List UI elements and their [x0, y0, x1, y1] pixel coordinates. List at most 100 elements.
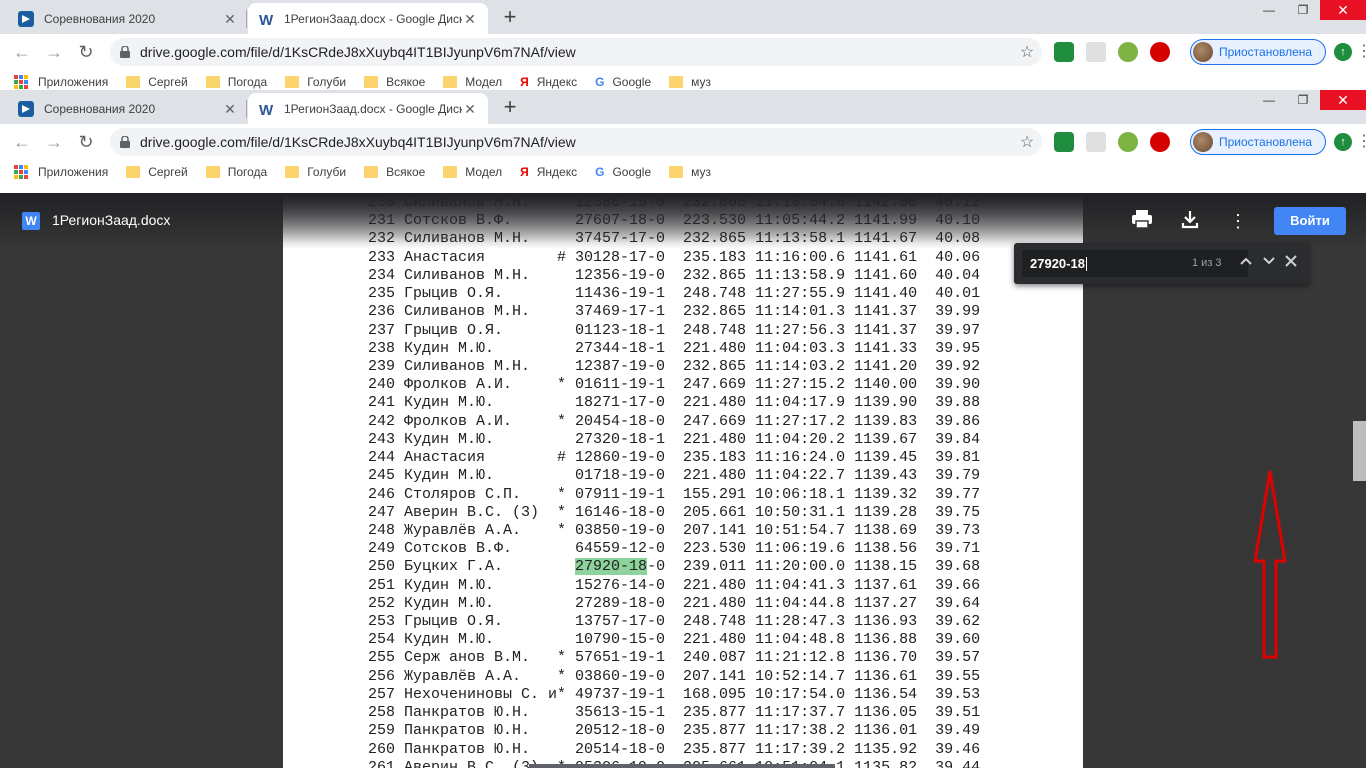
- bookmark-folder[interactable]: Погода: [205, 75, 268, 89]
- update-arrow-icon[interactable]: ↑: [1334, 133, 1352, 151]
- table-row: 237 Грыцив О.Я. 01123-18-1 248.748 11:27…: [368, 321, 981, 339]
- bookmark-star-icon[interactable]: ☆: [1012, 132, 1042, 152]
- bookmark-folder[interactable]: Сергей: [126, 165, 188, 179]
- tab-close-icon[interactable]: ✕: [462, 101, 478, 117]
- table-row: 248 Журавлёв А.А. * 03850-19-0 207.141 1…: [368, 521, 981, 539]
- download-icon[interactable]: [1178, 209, 1202, 233]
- pocket-extension-icon[interactable]: [1086, 42, 1106, 62]
- bookmark-label: Сергей: [148, 165, 188, 179]
- bookmark-label: Всякое: [386, 165, 426, 179]
- bookmark-folder[interactable]: Модел: [443, 75, 502, 89]
- avatar: [1193, 42, 1213, 62]
- tab-drive-doc[interactable]: W 1РегионЗаад.docx - Google Диск ✕: [248, 93, 488, 124]
- folder-icon: [205, 76, 220, 88]
- reload-icon[interactable]: ↻: [74, 40, 98, 64]
- bookmark-folder[interactable]: Модел: [443, 165, 502, 179]
- bookmark-apps[interactable]: Приложения: [14, 165, 108, 179]
- tab-title: 1РегионЗаад.docx - Google Диск: [284, 11, 462, 26]
- restore-icon[interactable]: ❐: [1286, 90, 1320, 110]
- bookmark-folder[interactable]: Голуби: [285, 165, 346, 179]
- red-annotation-arrow-icon: [1253, 470, 1287, 659]
- bookmark-label: Яндекс: [536, 75, 578, 89]
- table-row: 234 Силиванов М.Н. 12356-19-0 232.865 11…: [368, 266, 981, 284]
- forward-arrow-icon[interactable]: →: [42, 130, 66, 154]
- more-options-icon[interactable]: ⋮: [1226, 209, 1250, 233]
- new-tab-icon[interactable]: +: [498, 6, 522, 30]
- avatar: [1193, 132, 1213, 152]
- bookmark-folder[interactable]: Голуби: [285, 75, 346, 89]
- print-icon[interactable]: [1130, 209, 1154, 233]
- shield-extension-icon[interactable]: [1054, 42, 1074, 62]
- svg-text:W: W: [259, 12, 274, 27]
- tab-competitions[interactable]: Соревнования 2020 ✕: [8, 93, 248, 124]
- restore-icon[interactable]: ❐: [1286, 0, 1320, 20]
- leaf-extension-icon[interactable]: [1118, 42, 1138, 62]
- bookmark-label: Всякое: [386, 75, 426, 89]
- tab-competitions[interactable]: Соревнования 2020 ✕: [8, 3, 248, 34]
- folder-icon: [669, 166, 684, 178]
- bookmark-folder[interactable]: муз: [669, 165, 711, 179]
- bookmark-label: Голуби: [307, 165, 347, 179]
- url-text: drive.google.com/file/d/1KsCRdeJ8xXuybq4…: [140, 134, 576, 150]
- browser-chrome-duplicate: Соревнования 2020 ✕ W 1РегионЗаад.docx -…: [0, 90, 1366, 184]
- forward-arrow-icon[interactable]: →: [42, 40, 66, 64]
- new-tab-icon[interactable]: +: [498, 96, 522, 120]
- window-close-icon[interactable]: ✕: [1320, 0, 1366, 20]
- reload-icon[interactable]: ↻: [74, 130, 98, 154]
- word-doc-favicon-icon: W: [258, 11, 274, 27]
- bookmark-yandex[interactable]: Я Яндекс: [520, 165, 577, 179]
- chrome-menu-icon[interactable]: ⋮: [1356, 132, 1366, 152]
- profile-button[interactable]: Приостановлена: [1190, 39, 1326, 65]
- bookmark-yandex[interactable]: Я Яндекс: [520, 75, 577, 89]
- bookmark-label: муз: [691, 75, 712, 89]
- table-row: 257 Нехочениновы С. и* 49737-19-1 168.09…: [368, 685, 981, 703]
- tab-drive-doc[interactable]: W 1РегионЗаад.docx - Google Диск ✕: [248, 3, 488, 34]
- bookmark-label: Погода: [227, 75, 268, 89]
- scrollbar-thumb[interactable]: [1353, 421, 1366, 481]
- adblock-extension-icon[interactable]: [1150, 132, 1170, 152]
- address-bar[interactable]: drive.google.com/file/d/1KsCRdeJ8xXuybq4…: [110, 38, 1042, 66]
- svg-text:W: W: [259, 102, 274, 117]
- page-navigator[interactable]: [529, 764, 835, 768]
- find-previous-icon[interactable]: [1236, 253, 1256, 273]
- table-row: 245 Кудин М.Ю. 01718-19-0 221.480 11:04:…: [368, 467, 981, 485]
- folder-icon: [285, 76, 300, 88]
- adblock-extension-icon[interactable]: [1150, 42, 1170, 62]
- minimize-icon[interactable]: —: [1252, 0, 1286, 20]
- folder-icon: [364, 76, 379, 88]
- back-arrow-icon[interactable]: ←: [10, 130, 34, 154]
- profile-button[interactable]: Приостановлена: [1190, 129, 1326, 155]
- bookmark-google[interactable]: G Google: [595, 165, 651, 179]
- pocket-extension-icon[interactable]: [1086, 132, 1106, 152]
- update-arrow-icon[interactable]: ↑: [1334, 43, 1352, 61]
- bookmark-apps[interactable]: Приложения: [14, 75, 108, 89]
- folder-icon: [364, 166, 379, 178]
- bookmark-folder[interactable]: муз: [669, 75, 711, 89]
- document-page[interactable]: 230 Силиванов М.Н. 12386-19-0 232.865 11…: [283, 193, 1083, 768]
- tab-close-icon[interactable]: ✕: [462, 11, 478, 27]
- signin-button[interactable]: Войти: [1274, 207, 1346, 235]
- bookmark-folder[interactable]: Всякое: [364, 75, 425, 89]
- chrome-menu-icon[interactable]: ⋮: [1356, 42, 1366, 62]
- minimize-icon[interactable]: —: [1252, 90, 1286, 110]
- table-row: 239 Силиванов М.Н. 12387-19-0 232.865 11…: [368, 357, 981, 375]
- window-close-icon[interactable]: ✕: [1320, 90, 1366, 110]
- bookmark-folder[interactable]: Сергей: [126, 75, 188, 89]
- rss-favicon-icon: [18, 100, 34, 117]
- find-next-icon[interactable]: [1259, 253, 1279, 273]
- shield-extension-icon[interactable]: [1054, 132, 1074, 152]
- bookmark-label: Google: [612, 165, 652, 179]
- address-bar[interactable]: drive.google.com/file/d/1KsCRdeJ8xXuybq4…: [110, 128, 1042, 156]
- bookmark-google[interactable]: G Google: [595, 75, 651, 89]
- back-arrow-icon[interactable]: ←: [10, 40, 34, 64]
- bookmark-star-icon[interactable]: ☆: [1012, 42, 1042, 62]
- leaf-extension-icon[interactable]: [1118, 132, 1138, 152]
- lock-icon: [110, 46, 140, 58]
- doc-title: 1РегионЗаад.docx: [52, 212, 171, 228]
- bookmark-folder[interactable]: Погода: [205, 165, 267, 179]
- find-close-icon[interactable]: [1281, 253, 1301, 273]
- tab-close-icon[interactable]: ✕: [222, 11, 238, 27]
- bookmark-folder[interactable]: Всякое: [364, 165, 425, 179]
- tab-close-icon[interactable]: ✕: [222, 101, 238, 117]
- table-row: 249 Сотсков В.Ф. 64559-12-0 223.530 11:0…: [368, 540, 981, 558]
